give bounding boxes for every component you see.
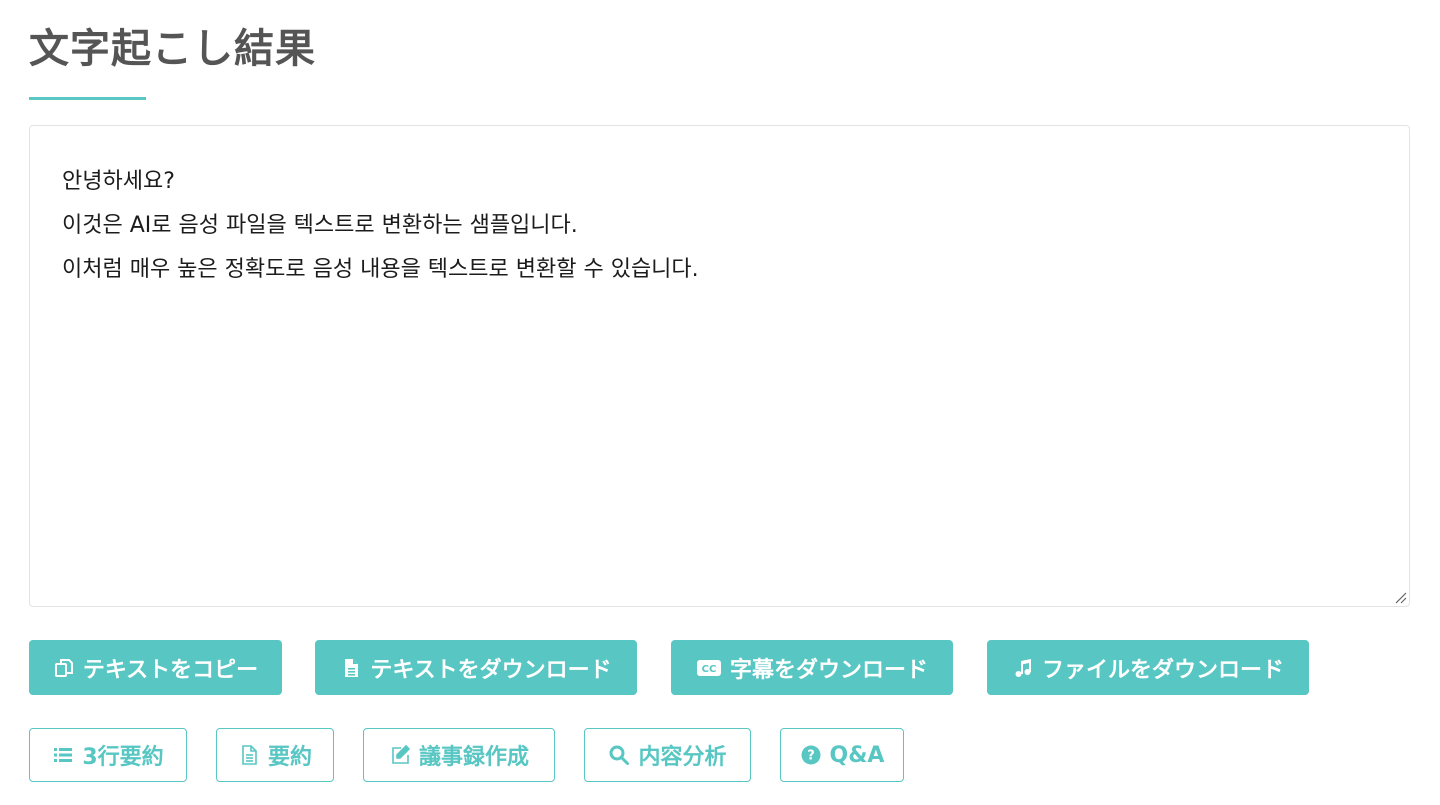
document-icon [238,744,260,766]
question-icon: ? [800,744,822,766]
file-icon [340,657,362,679]
svg-text:CC: CC [702,664,717,675]
svg-text:?: ? [807,749,815,764]
search-icon [608,744,630,766]
content-analysis-button[interactable]: 内容分析 [584,728,751,782]
minutes-label: 議事録作成 [418,745,529,770]
analysis-buttons: 3行要約 要約 議事録作成 内容分析 ? Q&A [29,728,904,782]
download-file-label: ファイルをダウンロード [1041,657,1284,683]
download-text-label: テキストをダウンロード [370,657,612,683]
transcription-result-page: 文字起こし結果 안녕하세요? 이것은 AI로 음성 파일을 텍스트로 변환하는 … [0,0,1440,805]
minutes-button[interactable]: 議事録作成 [363,728,555,782]
summary-label: 要約 [267,745,312,770]
action-buttons: テキストをコピー テキストをダウンロード CC 字幕をダウンロード ファイルをダ… [29,640,1309,695]
page-title: 文字起こし結果 [29,26,316,72]
download-subtitles-label: 字幕をダウンロード [729,657,928,683]
three-line-summary-label: 3行要約 [82,745,164,770]
resize-handle-icon[interactable] [1393,590,1407,604]
download-text-button[interactable]: テキストをダウンロード [315,640,637,695]
transcript-textarea[interactable]: 안녕하세요? 이것은 AI로 음성 파일을 텍스트로 변환하는 샘플입니다. 이… [29,125,1410,607]
copy-text-button[interactable]: テキストをコピー [29,640,282,695]
title-underline [29,97,146,100]
transcript-line: 안녕하세요? [62,169,175,194]
summary-button[interactable]: 要約 [216,728,334,782]
edit-icon [389,744,411,766]
download-subtitles-button[interactable]: CC 字幕をダウンロード [671,640,953,695]
qa-label: Q&A [829,742,885,768]
content-analysis-label: 内容分析 [638,745,727,770]
three-line-summary-button[interactable]: 3行要約 [29,728,187,782]
music-icon [1012,657,1034,679]
cc-icon: CC [696,657,722,679]
copy-icon [53,657,75,679]
list-icon [52,744,74,766]
transcript-line: 이것은 AI로 음성 파일을 텍스트로 변환하는 샘플입니다. [62,213,578,238]
download-file-button[interactable]: ファイルをダウンロード [987,640,1309,695]
qa-button[interactable]: ? Q&A [780,728,904,782]
copy-text-label: テキストをコピー [82,657,259,683]
transcript-line: 이처럼 매우 높은 정확도로 음성 내용을 텍스트로 변환할 수 있습니다. [62,257,699,282]
